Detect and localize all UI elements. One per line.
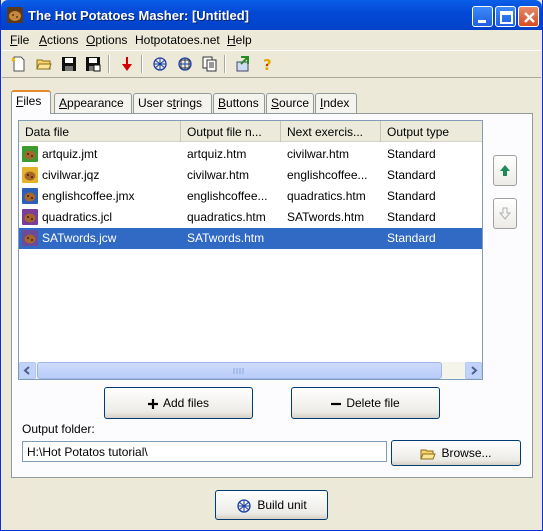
- delete-file-button[interactable]: Delete file: [291, 387, 440, 419]
- cell-data-file: SATwords.jcw: [42, 231, 117, 245]
- maximize-button[interactable]: [495, 6, 516, 27]
- cell-output-file: civilwar.htm: [187, 168, 250, 182]
- build-unit-button[interactable]: Build unit: [215, 490, 328, 520]
- menu-actions[interactable]: Actions: [39, 33, 78, 47]
- menu-file[interactable]: File: [10, 33, 29, 47]
- menu-help[interactable]: Help: [227, 33, 252, 47]
- web-unit-icon[interactable]: [175, 54, 195, 74]
- column-output-file[interactable]: Output file n...: [181, 121, 281, 142]
- minimize-button[interactable]: [472, 6, 493, 27]
- table-row[interactable]: civilwar.jqz civilwar.htm englishcoffee...…: [19, 165, 482, 186]
- cell-output-file: SATwords.htm: [187, 231, 265, 245]
- table-row[interactable]: quadratics.jcl quadratics.htm SATwords.htm…: [19, 207, 482, 228]
- cell-output-type: Standard: [387, 189, 436, 203]
- upload-icon[interactable]: [233, 54, 253, 74]
- web-icon: [237, 499, 251, 513]
- tab-files[interactable]: Files: [11, 90, 51, 114]
- chevron-left-icon: [23, 366, 30, 375]
- minimize-icon: [478, 20, 486, 23]
- new-document-icon[interactable]: [9, 54, 29, 74]
- potato-file-icon: [22, 209, 38, 225]
- tab-appearance[interactable]: Appearance: [54, 93, 132, 113]
- toolbar-separator: [224, 55, 226, 73]
- plus-icon: [147, 398, 158, 409]
- horizontal-scrollbar[interactable]: [19, 362, 482, 379]
- tab-index[interactable]: Index: [315, 93, 357, 113]
- tab-buttons[interactable]: Buttons: [213, 93, 265, 113]
- cell-data-file: englishcoffee.jmx: [42, 189, 135, 203]
- potato-file-icon: [22, 230, 38, 246]
- cell-output-file: artquiz.htm: [187, 147, 247, 161]
- column-output-type[interactable]: Output type: [381, 121, 482, 142]
- cell-data-file: quadratics.jcl: [42, 210, 113, 224]
- table-row[interactable]: englishcoffee.jmx englishcoffee... quadrat…: [19, 186, 482, 207]
- save-as-icon[interactable]: [83, 54, 103, 74]
- menu-bar: File Actions Options Hotpotatoes.net Hel…: [2, 30, 541, 49]
- move-up-button[interactable]: [493, 155, 517, 186]
- file-list[interactable]: Data file Output file n... Next exercis.…: [18, 120, 483, 380]
- masher-window: The Hot Potatoes Masher: [Untitled] File…: [0, 0, 543, 531]
- menu-hotpotatoes-net[interactable]: Hotpotatoes.net: [135, 33, 220, 47]
- cell-next-exercise: quadratics.htm: [287, 189, 366, 203]
- add-files-button[interactable]: Add files: [104, 387, 253, 419]
- hot-potatoes-app-icon: [7, 7, 23, 23]
- chevron-right-icon: [471, 366, 478, 375]
- scrollbar-thumb[interactable]: [37, 362, 442, 379]
- potato-file-icon: [22, 188, 38, 204]
- tab-source[interactable]: Source: [266, 93, 314, 113]
- svg-text:?: ?: [263, 56, 272, 72]
- cell-next-exercise: SATwords.htm: [287, 210, 365, 224]
- minus-icon: [331, 402, 342, 405]
- potato-file-icon: [22, 167, 38, 183]
- window-title: The Hot Potatoes Masher: [Untitled]: [28, 8, 250, 23]
- cell-data-file: civilwar.jqz: [42, 168, 100, 182]
- save-icon[interactable]: [59, 54, 79, 74]
- close-icon: [524, 12, 535, 23]
- output-folder-label: Output folder:: [22, 422, 95, 436]
- arrow-down-icon[interactable]: [117, 54, 137, 74]
- maximize-icon: [500, 11, 513, 24]
- web-icon[interactable]: [150, 54, 170, 74]
- cell-next-exercise: civilwar.htm: [287, 147, 350, 161]
- arrow-up-icon: [500, 165, 510, 176]
- arrow-down-icon: [498, 207, 512, 220]
- open-folder-icon: [420, 449, 437, 460]
- close-button[interactable]: [518, 6, 539, 27]
- cell-output-type: Standard: [387, 210, 436, 224]
- toolbar-separator: [141, 55, 143, 73]
- cell-next-exercise: englishcoffee...: [287, 168, 368, 182]
- browse-button[interactable]: Browse...: [391, 440, 521, 466]
- toolbar: ?: [2, 50, 541, 78]
- column-data-file[interactable]: Data file: [19, 121, 181, 142]
- help-icon[interactable]: ?: [257, 54, 277, 74]
- column-next-exercise[interactable]: Next exercis...: [281, 121, 381, 142]
- cell-output-file: englishcoffee...: [187, 189, 268, 203]
- list-header: Data file Output file n... Next exercis.…: [19, 121, 482, 142]
- table-row[interactable]: SATwords.jcw SATwords.htm Standard: [19, 228, 482, 249]
- cell-output-type: Standard: [387, 231, 436, 245]
- cell-output-type: Standard: [387, 147, 436, 161]
- cell-output-file: quadratics.htm: [187, 210, 266, 224]
- menu-options[interactable]: Options: [86, 33, 127, 47]
- move-down-button[interactable]: [493, 198, 517, 229]
- scroll-left-button[interactable]: [19, 362, 36, 379]
- cell-output-type: Standard: [387, 168, 436, 182]
- scroll-right-button[interactable]: [465, 362, 482, 379]
- open-folder-icon[interactable]: [34, 54, 54, 74]
- potato-file-icon: [22, 146, 38, 162]
- table-row[interactable]: artquiz.jmt artquiz.htm civilwar.htm Standa…: [19, 144, 482, 165]
- cell-data-file: artquiz.jmt: [42, 147, 98, 161]
- output-folder-input[interactable]: H:\Hot Potatos tutorial\: [22, 441, 387, 462]
- title-bar[interactable]: The Hot Potatoes Masher: [Untitled]: [1, 0, 542, 30]
- copy-pages-icon[interactable]: [200, 54, 220, 74]
- tab-user-strings[interactable]: User strings: [133, 93, 212, 113]
- toolbar-separator: [108, 55, 110, 73]
